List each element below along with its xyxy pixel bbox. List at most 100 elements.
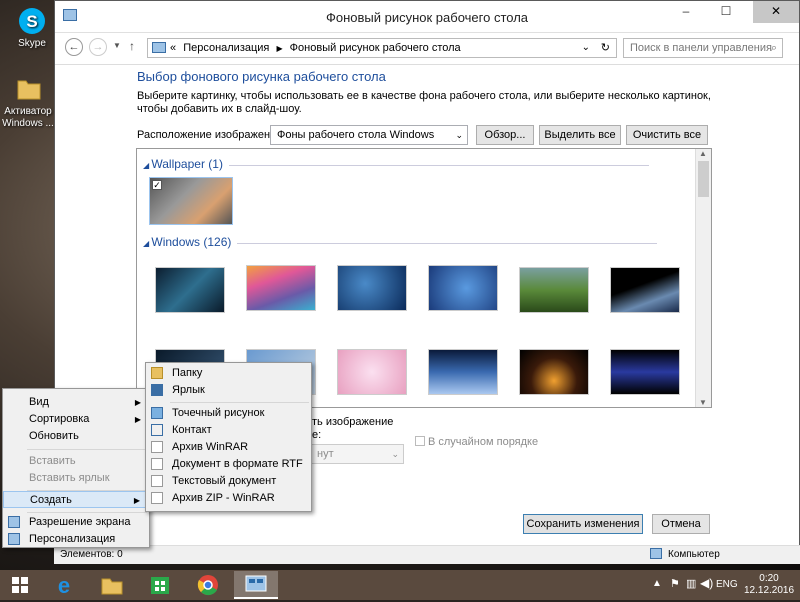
interval-value: нут: [317, 448, 334, 460]
menu-item-label: Вид: [29, 396, 49, 408]
menu-item-label: Разрешение экрана: [29, 516, 131, 528]
breadcrumb-background[interactable]: Фоновый рисунок рабочего стола: [290, 42, 461, 54]
maximize-button[interactable]: ☐: [711, 1, 741, 23]
submenu-item-bitmap[interactable]: Точечный рисунок: [146, 405, 311, 422]
submenu-item-rtf[interactable]: Документ в формате RTF: [146, 456, 311, 473]
wallpaper-thumbnail[interactable]: [155, 267, 225, 313]
clock[interactable]: 0:20 12.12.2016: [744, 573, 794, 597]
up-button[interactable]: ↑: [129, 39, 135, 53]
start-button[interactable]: [2, 571, 38, 599]
clear-all-button[interactable]: Очистить все: [626, 125, 708, 145]
submenu-item-rar[interactable]: Архив WinRAR: [146, 439, 311, 456]
cancel-button[interactable]: Отмена: [652, 514, 710, 534]
select-all-button[interactable]: Выделить все: [539, 125, 621, 145]
menu-item-view[interactable]: Вид ▶: [3, 394, 149, 411]
scroll-up-icon[interactable]: ▲: [699, 149, 707, 158]
taskbar-explorer[interactable]: [94, 571, 130, 599]
menu-item-label: Текстовый документ: [172, 475, 277, 487]
search-icon: ⌕: [770, 42, 777, 54]
menu-item-sort[interactable]: Сортировка ▶: [3, 411, 149, 428]
address-dropdown-icon[interactable]: ⌄: [582, 39, 590, 57]
scrollbar-thumb[interactable]: [698, 161, 709, 197]
wallpaper-thumbnail[interactable]: [337, 265, 407, 311]
vertical-scrollbar[interactable]: ▲ ▼: [695, 149, 711, 407]
minimize-button[interactable]: –: [671, 1, 701, 23]
internet-explorer-icon: e: [58, 573, 70, 598]
desktop-icon-label: Активатор Windows ...: [2, 106, 54, 129]
group-header-windows[interactable]: ◢ Windows (126): [143, 235, 660, 249]
volume-icon[interactable]: ◀): [700, 576, 713, 590]
action-center-icon[interactable]: ⚑: [670, 577, 680, 590]
taskbar-control-panel[interactable]: [234, 571, 278, 599]
clock-time: 0:20: [759, 573, 779, 584]
menu-item-refresh[interactable]: Обновить: [3, 428, 149, 445]
breadcrumb-separator-icon: ▶: [276, 44, 283, 53]
checkbox-checked-icon[interactable]: ✓: [152, 180, 162, 190]
chrome-icon: [197, 575, 218, 596]
menu-item-paste-shortcut[interactable]: Вставить ярлык: [3, 470, 149, 487]
menu-item-label: Персонализация: [29, 533, 116, 545]
tray-expand-icon[interactable]: ▲: [652, 578, 662, 589]
taskbar-ie[interactable]: e: [46, 571, 82, 599]
forward-button[interactable]: →: [89, 38, 107, 56]
main-content: Выбор фонового рисунка рабочего стола Вы…: [137, 69, 767, 116]
wallpaper-thumbnail[interactable]: ✓: [149, 177, 233, 225]
menu-item-screen-resolution[interactable]: Разрешение экрана: [3, 514, 149, 531]
submenu-item-contact[interactable]: Контакт: [146, 422, 311, 439]
new-submenu: Папку Ярлык Точечный рисунок Контакт Арх…: [145, 362, 312, 512]
wallpaper-thumbnail[interactable]: [337, 349, 407, 395]
wallpaper-thumbnail[interactable]: [246, 265, 316, 311]
taskbar-chrome[interactable]: [190, 571, 226, 599]
skype-icon: S: [17, 6, 47, 36]
computer-icon: [650, 548, 662, 559]
desktop-icon-skype[interactable]: S Skype: [4, 6, 60, 49]
page-title: Выбор фонового рисунка рабочего стола: [137, 69, 386, 84]
group-header-wallpaper[interactable]: ◢ Wallpaper (1): [143, 157, 649, 171]
search-placeholder: Поиск в панели управления: [630, 42, 772, 54]
control-panel-icon: [152, 42, 166, 53]
wallpaper-thumbnail[interactable]: [519, 267, 589, 313]
shuffle-checkbox[interactable]: В случайном порядке: [415, 436, 538, 448]
save-changes-button[interactable]: Сохранить изменения: [523, 514, 643, 534]
submenu-item-shortcut[interactable]: Ярлык: [146, 382, 311, 399]
wallpaper-thumbnail[interactable]: [610, 267, 680, 313]
text-doc-icon: [151, 475, 163, 487]
browse-button[interactable]: Обзор...: [476, 125, 534, 145]
submenu-item-text[interactable]: Текстовый документ: [146, 473, 311, 490]
menu-item-label: Папку: [172, 367, 203, 379]
submenu-arrow-icon: ▶: [134, 398, 141, 407]
menu-separator: [170, 402, 309, 403]
menu-item-new[interactable]: Создать ▶: [3, 491, 149, 508]
desktop-icon-label: Skype: [18, 38, 46, 49]
submenu-item-folder[interactable]: Папку: [146, 365, 311, 382]
wallpaper-thumbnail[interactable]: [428, 349, 498, 395]
address-bar[interactable]: « Персонализация ▶ Фоновый рисунок рабоч…: [147, 38, 617, 58]
wallpaper-thumbnail[interactable]: [428, 265, 498, 311]
chevron-down-icon: ⌄: [455, 130, 463, 140]
menu-item-personalization[interactable]: Персонализация: [3, 531, 149, 548]
wallpaper-thumbnail[interactable]: [610, 349, 680, 395]
history-dropdown-icon[interactable]: ▼: [113, 41, 121, 50]
interval-select[interactable]: нут ⌄: [310, 444, 404, 464]
location-select[interactable]: Фоны рабочего стола Windows ⌄: [270, 125, 468, 145]
breadcrumb-personalization[interactable]: Персонализация: [183, 42, 269, 54]
close-button[interactable]: ✕: [753, 1, 799, 23]
search-input[interactable]: Поиск в панели управления ⌕: [623, 38, 783, 58]
refresh-icon[interactable]: ↻: [601, 39, 610, 57]
menu-item-label: Документ в формате RTF: [172, 458, 303, 470]
network-icon[interactable]: ▥: [686, 577, 696, 590]
taskbar-store[interactable]: [142, 571, 178, 599]
status-items-count: Элементов: 0: [60, 549, 123, 560]
store-icon: [151, 577, 169, 594]
scroll-down-icon[interactable]: ▼: [699, 398, 707, 407]
desktop-icon-activator[interactable]: Активатор Windows ...: [2, 74, 54, 130]
desktop-context-menu: Вид ▶ Сортировка ▶ Обновить Вставить Встав…: [2, 388, 150, 548]
title-bar[interactable]: Фоновый рисунок рабочего стола – ☐ ✕: [55, 1, 799, 33]
wallpaper-thumbnail[interactable]: [519, 349, 589, 395]
submenu-item-zip[interactable]: Архив ZIP - WinRAR: [146, 490, 311, 507]
file-explorer-icon: [101, 578, 123, 595]
menu-item-paste[interactable]: Вставить: [3, 453, 149, 470]
group-title: Windows (126): [151, 235, 232, 249]
language-indicator[interactable]: ENG: [716, 579, 738, 590]
back-button[interactable]: ←: [65, 38, 83, 56]
